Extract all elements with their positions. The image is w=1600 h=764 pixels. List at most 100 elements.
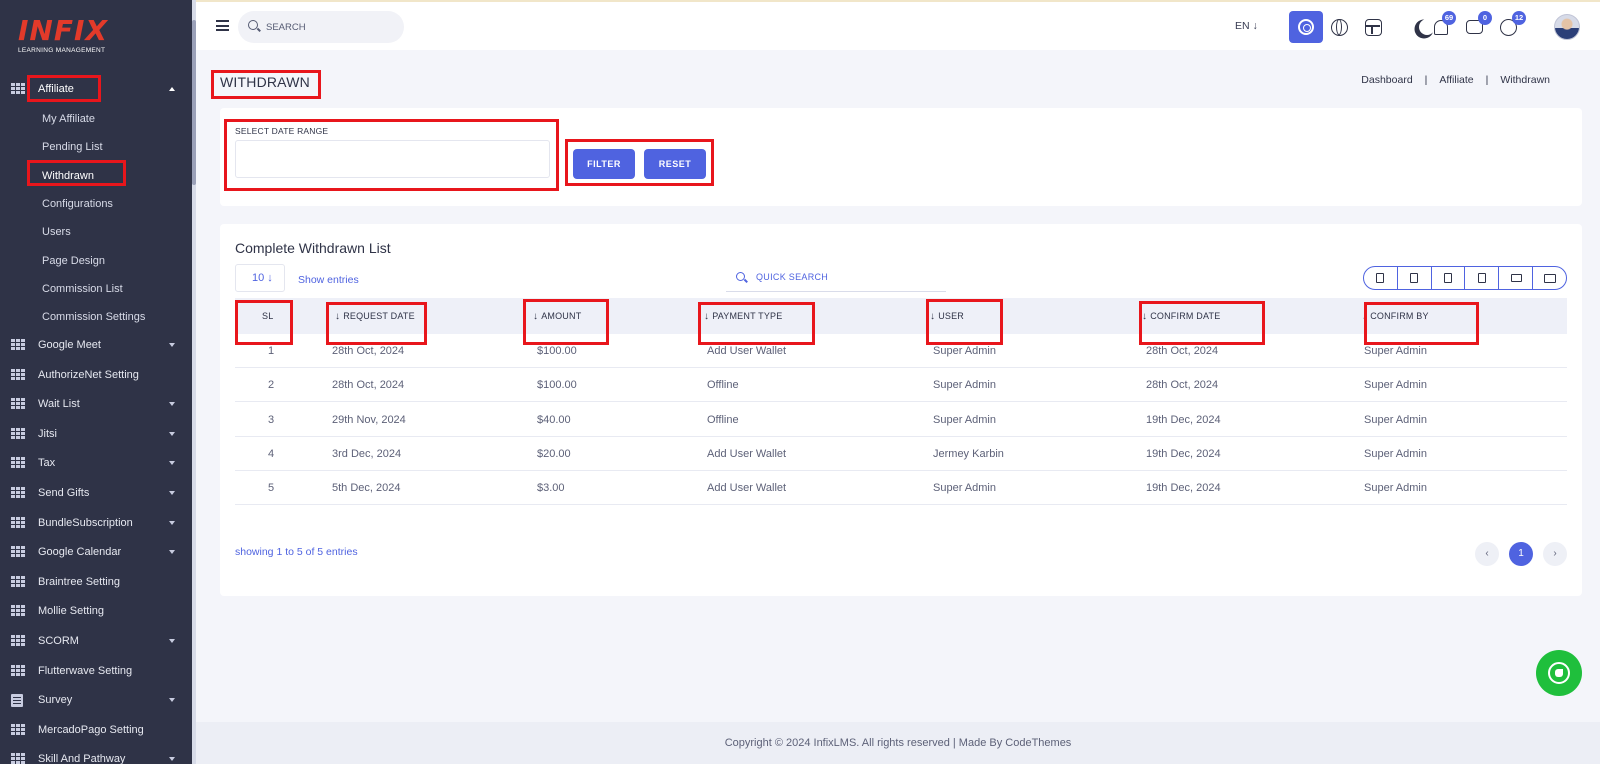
pagination-prev-button[interactable]: ‹ — [1475, 542, 1499, 566]
sidebar-item-send-gifts[interactable]: Send Gifts — [0, 479, 192, 507]
dark-mode-moon-icon[interactable] — [1419, 19, 1435, 35]
show-entries-label: Show entries — [298, 274, 359, 286]
table-row[interactable]: 5 5th Dec, 2024 $3.00 Add User Wallet Super … — [235, 471, 1567, 506]
export-button-group — [1363, 266, 1567, 290]
breadcrumb-affiliate[interactable]: Affiliate — [1439, 74, 1473, 86]
sidebar-item-mercadopago-setting[interactable]: MercadoPago Setting — [0, 716, 192, 744]
search-icon — [736, 272, 745, 281]
showing-entries-text: showing 1 to 5 of 5 entries — [235, 546, 358, 558]
sidebar-item-label: BundleSubscription — [38, 516, 133, 529]
quick-search-input[interactable]: QUICK SEARCH — [726, 264, 946, 292]
sidebar-item-skill-and-pathway[interactable]: Skill And Pathway — [0, 745, 192, 764]
table-cell-sl: 2 — [268, 379, 275, 392]
table-row[interactable]: 2 28th Oct, 2024 $100.00 Offline Super Admin… — [235, 368, 1567, 403]
column-header-amount[interactable]: ↓ AMOUNT — [533, 298, 581, 334]
sidebar-subitem-withdrawn[interactable]: Withdrawn — [42, 166, 94, 186]
table-header: SL ↓ REQUEST DATE ↓ AMOUNT ↓ PAYMENT TYPE ↓… — [235, 298, 1567, 334]
date-range-input[interactable] — [235, 140, 550, 178]
copy-button[interactable] — [1364, 267, 1398, 289]
column-header-confirm-date[interactable]: ↓ CONFIRM DATE — [1142, 298, 1220, 334]
grid-icon — [11, 368, 25, 381]
sidebar-item-label: Survey — [38, 694, 73, 707]
column-header-payment-type[interactable]: ↓ PAYMENT TYPE — [704, 298, 782, 334]
excel-export-button[interactable] — [1432, 267, 1466, 289]
column-label: REQUEST DATE — [343, 311, 415, 321]
sidebar-scrollbar[interactable] — [192, 0, 196, 764]
reset-button[interactable]: RESET — [644, 149, 706, 179]
grid-icon — [11, 83, 25, 95]
table-cell-confirm-by: Super Admin — [1364, 345, 1427, 357]
sidebar-item-braintree-setting[interactable]: Braintree Setting — [0, 568, 192, 596]
chevron-up-icon — [169, 87, 175, 91]
sidebar-subitem-users[interactable]: Users — [42, 222, 71, 242]
table-cell-payment-type: Add User Wallet — [707, 345, 787, 357]
sidebar-item-authorizenet-setting[interactable]: AuthorizeNet Setting — [0, 361, 192, 389]
sidebar-subitem-my-affiliate[interactable]: My Affiliate — [42, 109, 95, 129]
print-button[interactable] — [1499, 267, 1534, 289]
table-row[interactable]: 1 28th Oct, 2024 $100.00 Add User Wallet Sup… — [235, 334, 1567, 368]
sidebar-item-scorm[interactable]: SCORM — [0, 627, 192, 655]
language-selector[interactable]: EN ↓ — [1235, 20, 1258, 32]
table-cell-confirm-by: Super Admin — [1364, 379, 1427, 392]
sidebar-item-google-calendar[interactable]: Google Calendar — [0, 538, 192, 566]
date-range-label: SELECT DATE RANGE — [235, 126, 329, 136]
chevron-down-icon — [169, 520, 175, 525]
search-input[interactable] — [266, 19, 386, 35]
logo-text: INFIX — [18, 14, 108, 47]
sidebar-subitem-page-design[interactable]: Page Design — [42, 251, 105, 271]
table-row[interactable]: 3 29th Nov, 2024 $40.00 Offline Super Admin 1… — [235, 403, 1567, 437]
pdf-icon — [1477, 273, 1486, 283]
column-visibility-button[interactable] — [1533, 267, 1566, 289]
sidebar-subitem-commission-list[interactable]: Commission List — [42, 279, 123, 299]
user-avatar[interactable] — [1554, 14, 1580, 40]
grid-icon — [11, 398, 25, 410]
sidebar-item-tax[interactable]: Tax — [0, 449, 192, 477]
sidebar-item-affiliate[interactable]: Affiliate — [0, 75, 192, 103]
logo-subtitle: LEARNING MANAGEMENT — [18, 47, 106, 54]
sidebar-item-label: Jitsi — [38, 427, 57, 440]
table-row[interactable]: 4 3rd Dec, 2024 $20.00 Add User Wallet Jerme… — [235, 437, 1567, 471]
sidebar-item-label: MercadoPago Setting — [38, 723, 144, 736]
table-cell-amount: $20.00 — [537, 447, 571, 460]
sidebar-item-wait-list[interactable]: Wait List — [0, 390, 192, 418]
grid-icon — [11, 457, 25, 469]
grid-icon — [11, 605, 25, 617]
filter-button[interactable]: FILTER — [573, 149, 635, 179]
breadcrumb-dashboard[interactable]: Dashboard — [1361, 74, 1412, 86]
table-cell-request-date: 28th Oct, 2024 — [332, 379, 405, 392]
table-cell-amount: $100.00 — [537, 345, 577, 357]
sidebar-item-google-meet[interactable]: Google Meet — [0, 331, 192, 359]
table-cell-user: Super Admin — [933, 413, 996, 426]
table-cell-payment-type: Add User Wallet — [707, 482, 787, 495]
csv-export-button[interactable] — [1398, 267, 1432, 289]
sidebar-subitem-pending-list[interactable]: Pending List — [42, 137, 103, 157]
sidebar-item-flutterwave-setting[interactable]: Flutterwave Setting — [0, 657, 192, 685]
table-cell-confirm-date: 19th Dec, 2024 — [1146, 447, 1221, 460]
pagination-page-1[interactable]: 1 — [1509, 542, 1533, 566]
infix-logo[interactable]: INFIX LEARNING MANAGEMENT — [18, 16, 128, 60]
whatsapp-floating-button[interactable] — [1536, 650, 1582, 696]
sidebar-item-mollie-setting[interactable]: Mollie Setting — [0, 597, 192, 625]
entries-per-page-select[interactable]: 10 ↓ — [235, 264, 285, 292]
column-header-request-date[interactable]: ↓ REQUEST DATE — [335, 298, 415, 334]
gear-icon — [1298, 19, 1314, 35]
column-header-confirm-by[interactable]: ↓ CONFIRM BY — [1362, 298, 1429, 334]
pdf-export-button[interactable] — [1465, 267, 1500, 289]
sidebar-item-bundlesubscription[interactable]: BundleSubscription — [0, 509, 192, 537]
layout-icon[interactable] — [1365, 19, 1382, 36]
globe-icon[interactable] — [1331, 19, 1348, 36]
global-search[interactable] — [238, 11, 404, 43]
sidebar-item-label: Google Calendar — [38, 546, 122, 559]
sidebar-item-survey[interactable]: Survey — [0, 686, 192, 714]
sidebar-subitem-configurations[interactable]: Configurations — [42, 194, 113, 214]
sidebar-item-jitsi[interactable]: Jitsi — [0, 420, 192, 448]
sidebar: INFIX LEARNING MANAGEMENT Affiliate My A… — [0, 0, 192, 764]
table-cell-sl: 4 — [268, 447, 275, 460]
hamburger-menu-icon[interactable] — [216, 20, 229, 31]
column-header-user[interactable]: ↓ USER — [930, 298, 964, 334]
settings-gear-button[interactable] — [1289, 11, 1323, 43]
column-header-sl[interactable]: SL — [262, 298, 273, 334]
sidebar-subitem-commission-settings[interactable]: Commission Settings — [42, 307, 145, 327]
sidebar-item-label: Tax — [38, 457, 56, 470]
pagination-next-button[interactable]: › — [1543, 542, 1567, 566]
